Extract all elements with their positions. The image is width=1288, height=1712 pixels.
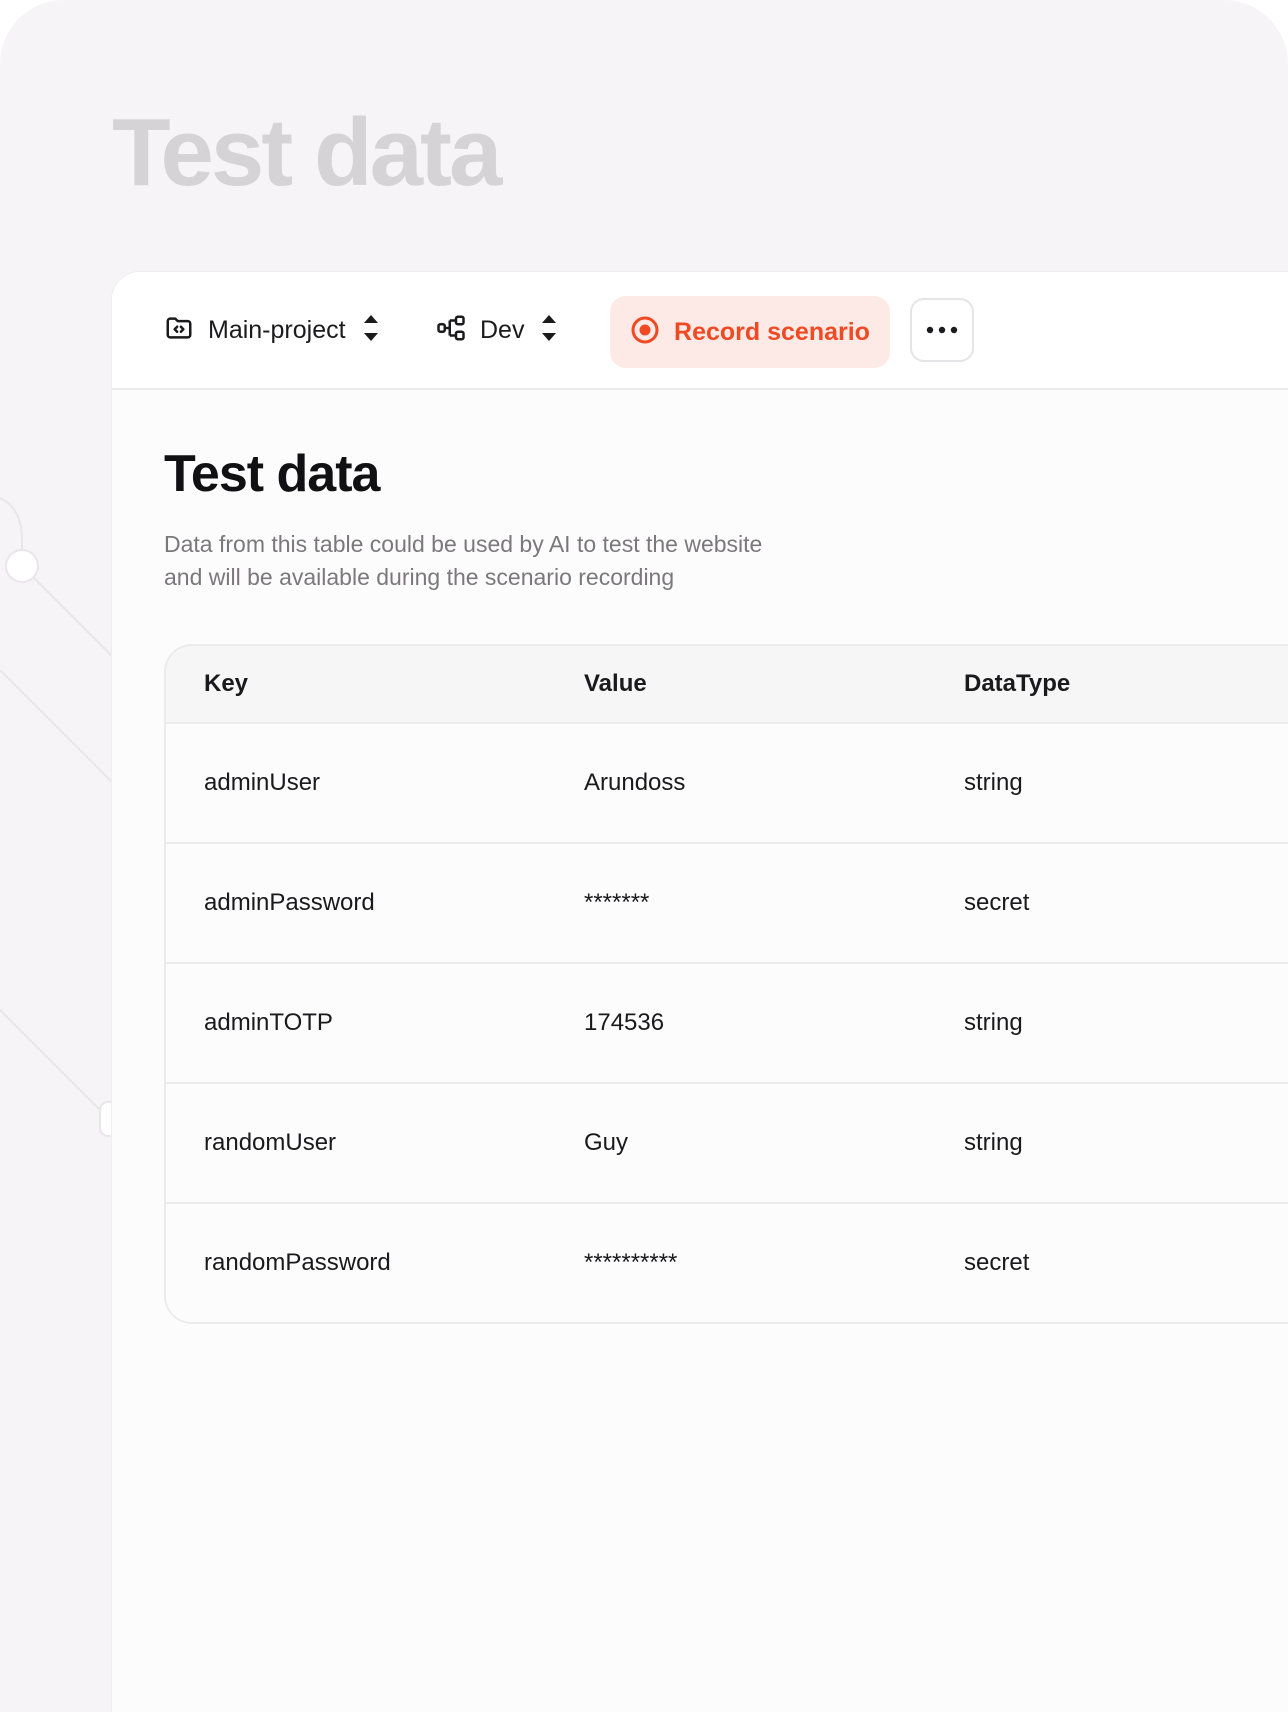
column-header-key[interactable]: Key	[204, 670, 584, 698]
page-title: Test data	[164, 445, 380, 503]
column-header-datatype[interactable]: DataType	[964, 670, 1264, 698]
datatype-cell: secret	[964, 1249, 1030, 1276]
environment-selector[interactable]: Dev	[436, 308, 560, 352]
project-selector-label: Main-project	[208, 315, 346, 344]
decorative-lines	[0, 497, 120, 1137]
page-description: Data from this table could be used by AI…	[164, 528, 884, 594]
project-selector[interactable]: Main-project	[164, 308, 382, 352]
key-cell: randomPassword	[204, 1249, 391, 1276]
workflow-icon	[436, 313, 466, 348]
value-cell: 174536	[584, 1009, 665, 1036]
chevron-up-down-icon	[360, 313, 382, 348]
table-row[interactable]: randomPassword ********** secret	[166, 1204, 1288, 1322]
toolbar: Main-project Dev Record scenario	[112, 272, 1288, 390]
table-row[interactable]: adminUser Arundoss string	[166, 724, 1288, 844]
value-cell: Guy	[584, 1129, 629, 1156]
datatype-cell: secret	[964, 889, 1030, 916]
table-row[interactable]: adminPassword ******* secret	[166, 844, 1288, 964]
datatype-cell: string	[964, 769, 1023, 796]
environment-selector-label: Dev	[480, 315, 525, 344]
main-panel: Main-project Dev Record scenario Test da…	[112, 272, 1288, 1712]
key-cell: adminUser	[204, 769, 321, 796]
record-scenario-label: Record scenario	[674, 317, 870, 346]
key-cell: adminPassword	[204, 889, 375, 916]
folder-code-icon	[164, 313, 194, 348]
more-horizontal-icon	[926, 321, 958, 339]
description-line-1: Data from this table could be used by AI…	[164, 531, 763, 557]
app-frame: Test data Main-project Dev Record scenar…	[0, 0, 1288, 1712]
description-line-2: and will be available during the scenari…	[164, 564, 675, 590]
value-cell: *******	[584, 889, 650, 916]
datatype-cell: string	[964, 1129, 1023, 1156]
table-row[interactable]: randomUser Guy string	[166, 1084, 1288, 1204]
more-options-button[interactable]	[910, 298, 974, 362]
hero-title: Test data	[112, 99, 502, 206]
datatype-cell: string	[964, 1009, 1023, 1036]
record-icon	[630, 315, 660, 350]
value-cell: Arundoss	[584, 769, 686, 796]
table-row[interactable]: adminTOTP 174536 string	[166, 964, 1288, 1084]
chevron-up-down-icon	[538, 313, 560, 348]
value-cell: **********	[584, 1249, 678, 1276]
key-cell: randomUser	[204, 1129, 337, 1156]
column-header-value[interactable]: Value	[584, 670, 964, 698]
table-header: Key Value DataType	[166, 646, 1288, 724]
record-scenario-button[interactable]: Record scenario	[610, 296, 890, 368]
key-cell: adminTOTP	[204, 1009, 333, 1036]
test-data-table: Key Value DataType adminUser Arundoss st…	[164, 644, 1288, 1324]
